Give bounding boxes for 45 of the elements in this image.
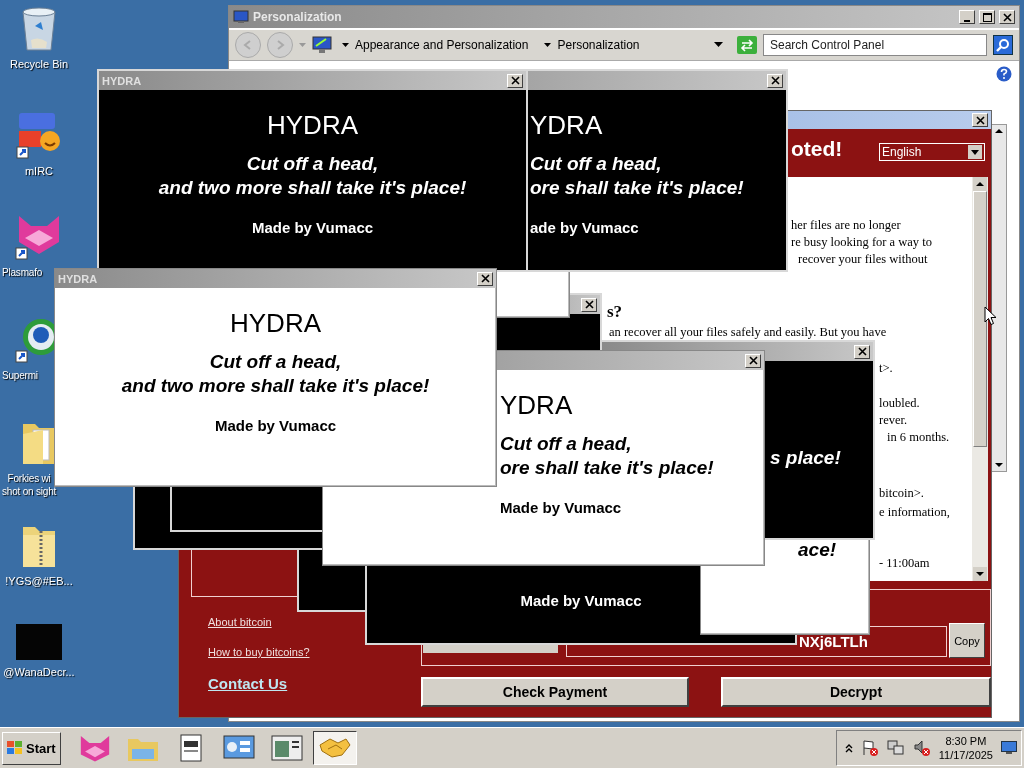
message-text: loubled. [879, 396, 920, 411]
icon-label: mIRC [24, 165, 54, 178]
message-text: recover your files without [798, 252, 928, 267]
language-value: English [882, 145, 922, 159]
window-title: HYDRA [102, 74, 142, 87]
section-heading: s? [607, 302, 623, 322]
message-text: her files are no longer [791, 218, 901, 233]
app-name: YDRA [530, 110, 603, 140]
slogan-text: ore shall take it's place! [530, 177, 744, 198]
slogan-text: Cut off a head, [500, 433, 632, 454]
slogan-text: ace! [798, 539, 837, 560]
message-text: re busy looking for a way to [791, 235, 932, 250]
message-text: rever. [879, 413, 908, 428]
app-name: YDRA [500, 390, 573, 420]
message-text: in 6 months. [887, 430, 950, 445]
credit-text: Made by Vumacc [520, 592, 642, 609]
credit-text: Made by Vumacc [214, 417, 337, 434]
window-title: Personalization [253, 10, 342, 24]
message-text: - 11:00am [879, 556, 930, 571]
message-text: t>. [879, 361, 893, 376]
ransom-heading: oted! [791, 137, 843, 161]
credit-text: ade by Vumacc [530, 219, 639, 236]
slogan-text: s place! [770, 447, 841, 468]
icon-label: !YGS@#EB... [5, 575, 73, 588]
credit-text: Made by Vumacc [500, 499, 622, 516]
message-text: e information, [879, 505, 950, 520]
message-text: an recover all your files safely and easily. But you have [609, 325, 887, 340]
window-title: HYDRA [58, 272, 98, 285]
app-name: HYDRA [267, 110, 358, 140]
icon-label: Plasmafo [2, 266, 43, 279]
slogan-text: and two more shall take it's place! [121, 375, 430, 396]
slogan-text: Cut off a head, [209, 351, 342, 372]
slogan-text: Cut off a head, [530, 153, 662, 174]
message-text: bitcoin>. [879, 486, 924, 501]
icon-label: @WanaDecr... [3, 666, 75, 679]
credit-text: Made by Vumacc [251, 219, 374, 236]
slogan-text: ore shall take it's place! [500, 457, 714, 478]
icon-label: Recycle Bin [9, 58, 69, 71]
clock-time: 8:30 PM [945, 734, 987, 748]
slogan-text: Cut off a head, [246, 153, 379, 174]
app-name: HYDRA [230, 308, 321, 338]
icon-label: Supermi [2, 369, 38, 382]
icon-label: Forkies wi shot on sight [2, 472, 57, 498]
slogan-text: and two more shall take it's place! [158, 177, 467, 198]
clock-date: 11/17/2025 [938, 748, 993, 762]
